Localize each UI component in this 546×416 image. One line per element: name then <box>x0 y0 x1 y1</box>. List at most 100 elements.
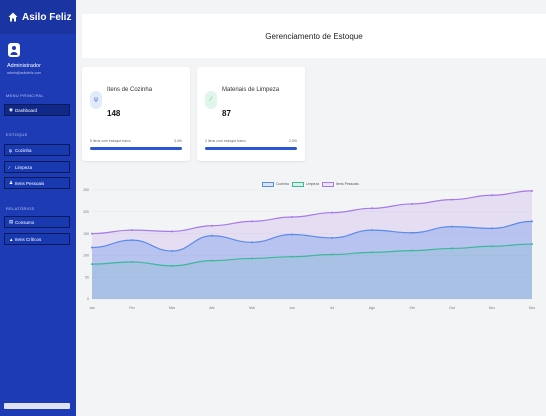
broom-icon: ⁄ <box>205 91 217 109</box>
chart-icon: ▤ <box>9 219 14 224</box>
dashboard-icon: ◉ <box>9 107 13 112</box>
section-label-relatorios: RELATÓRIOS <box>6 206 35 211</box>
data-point <box>171 264 173 267</box>
utensils-icon: ψ <box>9 147 13 153</box>
y-tick-label: 150 <box>83 232 89 236</box>
section-label-estoque: ESTOQUE <box>6 132 28 137</box>
brand-bar[interactable]: Asilo Feliz <box>0 0 76 34</box>
x-tick-label: Nov <box>489 306 495 310</box>
data-point <box>171 250 173 253</box>
sidebar-item-limpeza[interactable]: ⁄ Limpeza <box>4 161 70 173</box>
utensils-icon: ψ <box>90 91 102 109</box>
data-point <box>91 232 93 235</box>
stock-chart: 0 50 100 150 200 250 Jan Fev Mar Abr Mai Jun Jul Ago S… <box>83 188 535 310</box>
data-point <box>171 230 173 233</box>
data-point <box>531 243 533 246</box>
sidebar-item-dashboard[interactable]: ◉ Dashboard <box>4 104 70 116</box>
home-icon <box>8 12 18 22</box>
data-point <box>531 189 533 192</box>
data-point <box>531 220 533 223</box>
sidebar-item-label: Limpeza <box>15 164 33 170</box>
data-point <box>491 194 493 197</box>
data-point <box>331 253 333 256</box>
data-point <box>291 233 293 236</box>
data-point <box>131 229 133 232</box>
page-header: Gerenciamento de Estoque <box>82 14 546 58</box>
data-point <box>211 259 213 262</box>
data-point <box>411 202 413 205</box>
broom-icon: ⁄ <box>9 164 10 170</box>
data-point <box>291 216 293 219</box>
sidebar-item-label: Itens Críticos <box>15 236 42 242</box>
card-cozinha[interactable]: ψ Itens de Cozinha 148 5 itens com estoq… <box>82 67 190 161</box>
page-title: Gerenciamento de Estoque <box>265 31 363 41</box>
sidebar-item-label: Dashboard <box>15 107 38 113</box>
user-name: Administrador <box>7 63 41 69</box>
data-point <box>371 207 373 210</box>
x-tick-label: Abr <box>209 306 215 310</box>
x-tick-label: Jan <box>89 306 95 310</box>
data-point <box>451 198 453 201</box>
y-tick-label: 250 <box>83 188 89 192</box>
data-point <box>371 229 373 232</box>
data-point <box>451 247 453 250</box>
data-point <box>91 263 93 266</box>
x-tick-label: Jun <box>289 306 295 310</box>
y-tick-label: 0 <box>87 297 89 301</box>
data-point <box>291 255 293 258</box>
user-icon <box>10 46 18 55</box>
section-label-menu: MENU PRINCIPAL <box>6 93 44 98</box>
brand-title: Asilo Feliz <box>22 11 72 23</box>
avatar[interactable] <box>8 43 20 57</box>
data-point <box>251 257 253 260</box>
y-tick-label: 200 <box>83 210 89 214</box>
card-limpeza[interactable]: ⁄ Materiais de Limpeza 87 2 itens com es… <box>197 67 305 161</box>
data-point <box>331 236 333 239</box>
data-point <box>211 224 213 227</box>
data-point <box>371 251 373 254</box>
sidebar-item-label: Consumo <box>15 219 35 225</box>
warning-icon: ▲ <box>9 236 14 242</box>
x-tick-label: Mai <box>249 306 255 310</box>
y-tick-label: 50 <box>85 275 89 279</box>
card-percent: 2.3% <box>289 139 297 143</box>
x-tick-label: Mar <box>169 306 176 310</box>
x-tick-label: Ago <box>369 306 375 310</box>
sidebar: Asilo Feliz Administrador admin@asilofel… <box>0 0 76 416</box>
x-tick-label: Out <box>449 306 455 310</box>
card-value: 148 <box>107 109 121 118</box>
card-progress-bar <box>205 147 297 150</box>
card-low-stock: 2 itens com estoque baixo <box>205 139 246 143</box>
sidebar-item-consumo[interactable]: ▤ Consumo <box>4 216 70 228</box>
data-point <box>91 246 93 249</box>
x-tick-label: Dez <box>529 306 535 310</box>
sidebar-item-label: Cozinha <box>15 147 32 153</box>
data-point <box>211 234 213 237</box>
data-point <box>491 245 493 248</box>
user-email: admin@asilofeliz.com <box>7 71 42 75</box>
sidebar-item-itens-criticos[interactable]: ▲ Itens Críticos <box>4 233 70 245</box>
card-low-stock: 5 itens com estoque baixo <box>90 139 131 143</box>
data-point <box>491 227 493 230</box>
card-title: Itens de Cozinha <box>107 87 153 93</box>
x-tick-label: Set <box>409 306 414 310</box>
card-percent: 3.4% <box>174 139 182 143</box>
data-point <box>131 260 133 263</box>
y-tick-label: 100 <box>83 254 89 258</box>
sidebar-item-label: Itens Pessoais <box>15 180 45 186</box>
sidebar-footer <box>4 403 70 409</box>
data-point <box>411 249 413 252</box>
x-tick-label: Jul <box>330 306 335 310</box>
card-value: 87 <box>222 109 231 118</box>
data-point <box>251 241 253 244</box>
data-point <box>411 231 413 234</box>
data-point <box>251 220 253 223</box>
card-progress-bar <box>90 147 182 150</box>
sidebar-item-cozinha[interactable]: ψ Cozinha <box>4 144 70 156</box>
data-point <box>331 211 333 214</box>
card-title: Materiais de Limpeza <box>222 87 280 93</box>
user-icon: ♟ <box>9 180 14 185</box>
sidebar-item-itens-pessoais[interactable]: ♟ Itens Pessoais <box>4 177 70 189</box>
x-tick-label: Fev <box>129 306 135 310</box>
data-point <box>451 225 453 228</box>
